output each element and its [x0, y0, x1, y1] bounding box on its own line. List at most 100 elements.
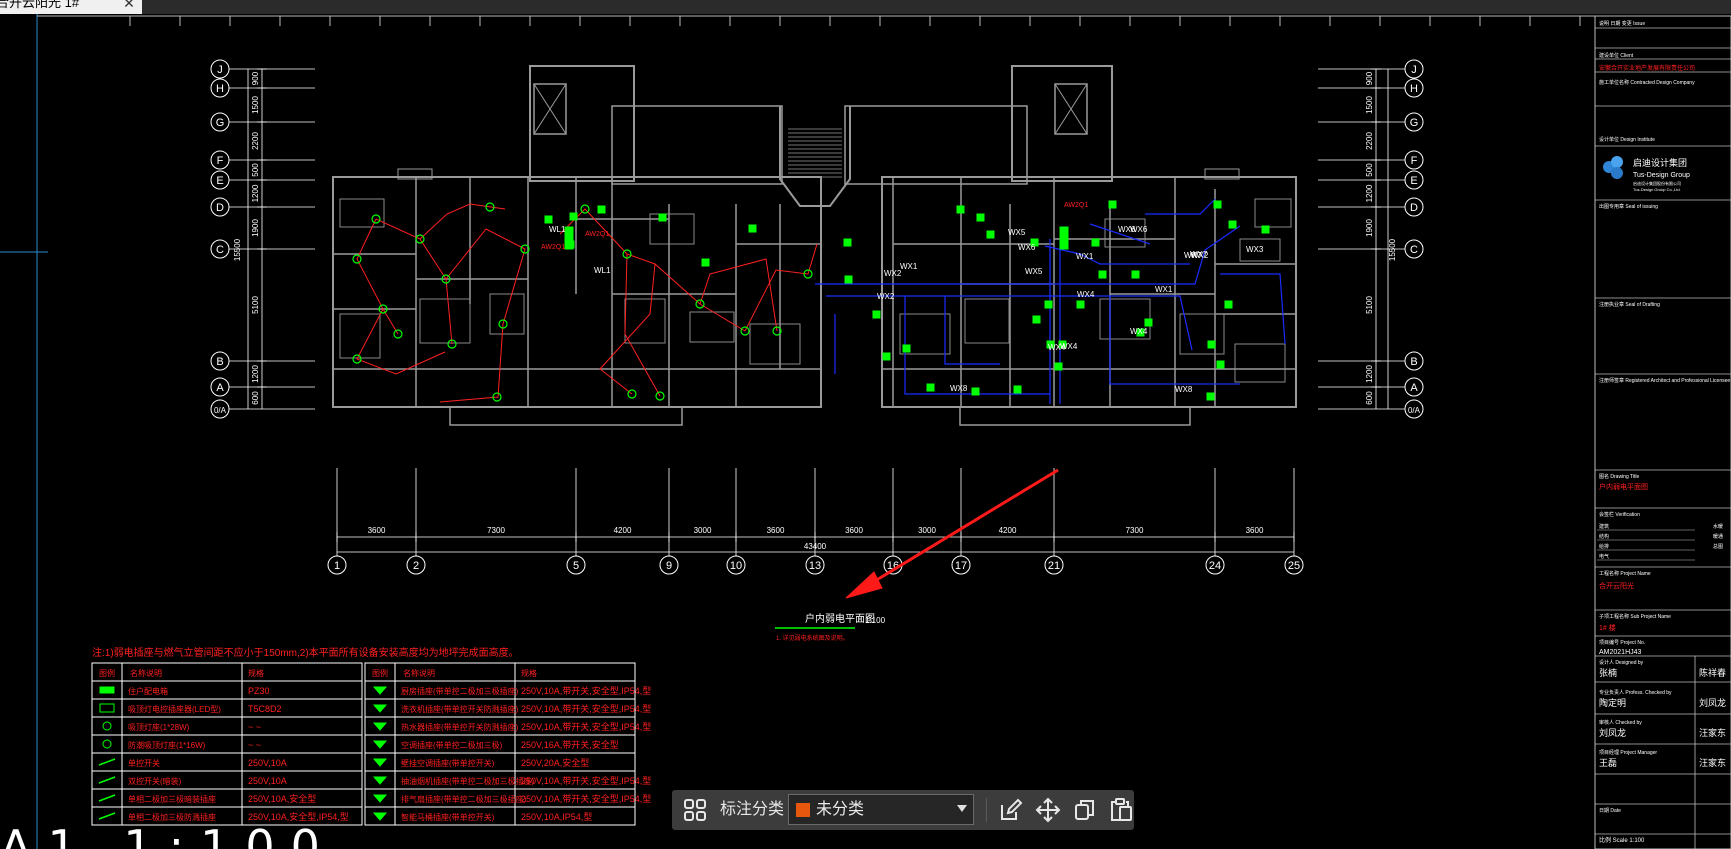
- row-dimension-left: 1900: [251, 219, 260, 237]
- socket-symbol: [1228, 220, 1237, 229]
- power-circuit: [439, 323, 504, 403]
- axis-label: D: [1410, 202, 1418, 214]
- row-dimension-left: 500: [251, 163, 260, 177]
- column-dimension: 3600: [767, 526, 785, 535]
- distribution-box: [564, 226, 574, 250]
- edit-icon[interactable]: [998, 797, 1024, 823]
- drawing-scale: 1:100: [865, 616, 886, 625]
- socket-symbol: [1213, 200, 1222, 209]
- legend-item-name: 智能马桶插座(带单控开关): [401, 812, 495, 822]
- axis-label: A: [1410, 382, 1418, 394]
- axis-label: 9: [666, 560, 672, 572]
- row-dimension-right: 2200: [1365, 132, 1374, 150]
- legend-item-spec: 250V,16A,带开关,安全型: [521, 739, 619, 750]
- legend-header: 名称说明: [403, 668, 435, 678]
- row-dimension-left: 1200: [251, 365, 260, 383]
- legend-item-name: 单相二极加三极暗装插座: [128, 794, 216, 804]
- weak-current-circuit: [1145, 198, 1216, 215]
- company-name: 启迪设计集团: [1633, 157, 1687, 168]
- socket-symbol: [986, 230, 995, 239]
- right-balcony: [959, 406, 1191, 426]
- legend-item-spec: 250V,10A,安全型,IP54,型: [248, 811, 349, 822]
- socket-symbol: [1108, 200, 1117, 209]
- axis-label: 13: [809, 560, 821, 572]
- copy-icon[interactable]: [1072, 797, 1098, 823]
- socket-symbol: [701, 258, 710, 267]
- axis-label: 5: [573, 560, 579, 572]
- move-icon[interactable]: [1035, 797, 1061, 823]
- elevator-cross: [533, 83, 567, 135]
- circuit-label-wx1: WX1: [900, 262, 918, 271]
- drawing-title-label: 图名 Drawing Title: [1599, 473, 1640, 480]
- toolbar-divider: [986, 798, 987, 822]
- power-circuit: [624, 253, 661, 397]
- column-dimension: 3600: [368, 526, 386, 535]
- row-dimension-right: 500: [1365, 163, 1374, 177]
- chevron-down-icon: [957, 805, 967, 812]
- signoff-right: 总图: [1713, 543, 1723, 550]
- legend-item-spec: 250V,10A,IP54,型: [521, 812, 592, 822]
- legend-item-name: 抽油烟机插座(带单控二极加三极插座): [401, 776, 535, 786]
- circuit-label-wx1: WX1: [1155, 285, 1173, 294]
- seal-label: 出图专用章 Seal of issuing: [1599, 203, 1658, 210]
- person-name: 张楠: [1599, 667, 1617, 678]
- total-dimension: 43400: [804, 542, 827, 551]
- socket-symbol: [971, 387, 980, 396]
- circuit-label-wx8: WX8: [950, 384, 968, 393]
- legend-table-left: 图例 名称说明 规格住户配电箱 PZ30 吸顶灯电控插座器(LED型) T5C8D2 吸顶灯…: [91, 662, 363, 826]
- column-dimension: 4200: [999, 526, 1017, 535]
- power-circuit: [356, 308, 446, 375]
- circuit-label-wl1: WL1: [549, 225, 566, 234]
- total-dimension-right: 15500: [1388, 238, 1397, 261]
- paste-icon[interactable]: [1108, 797, 1134, 823]
- category-selected-value: 未分类: [816, 801, 865, 818]
- date-label: 日期 Date: [1599, 808, 1621, 814]
- legend-item-name: 空调插座(带单控二极加三极): [401, 740, 503, 750]
- close-tab-icon[interactable]: ✕: [119, 0, 139, 13]
- socket-symbol: [1054, 362, 1063, 371]
- socket-symbol: [1207, 340, 1216, 349]
- legend-item-spec: 250V,10A,带开关,安全型,IP54,型: [521, 721, 651, 732]
- axis-label: E: [1410, 175, 1417, 187]
- axis-label: H: [216, 83, 224, 95]
- axis-label: A: [216, 382, 224, 394]
- legend-symbol: [372, 722, 388, 731]
- socket-symbol: [872, 310, 881, 319]
- axis-label: 0/A: [214, 406, 227, 415]
- circuit-label-wx4: WX4: [1130, 327, 1148, 336]
- legend-item-spec: 250V,10A,安全型: [248, 793, 316, 804]
- drawing-subnote: 1. 详见弱电系统图及说明。: [776, 634, 849, 642]
- circuit-label-wx4: WX4: [1060, 342, 1078, 351]
- row-dimension-left: 900: [251, 71, 260, 85]
- weak-current-circuit: [944, 296, 1000, 365]
- circuit-label-wx1: WX1: [1076, 252, 1094, 261]
- legend-header: 规格: [248, 668, 264, 678]
- axis-label: D: [216, 202, 224, 214]
- legend-item-name: 吸顶灯座(1*28W): [128, 722, 190, 732]
- logo-petal: [1611, 156, 1623, 168]
- drawing-tab[interactable]: 合开云阳光 1# ✕: [0, 0, 142, 14]
- subproject-label: 子项工程名称 Sub Project Name: [1599, 613, 1671, 620]
- tab-bar: 合开云阳光 1# ✕: [0, 0, 1731, 14]
- socket-symbol: [1224, 300, 1233, 309]
- socket-symbol: [956, 205, 965, 214]
- legend-item-name: 吸顶灯电控插座器(LED型): [128, 704, 221, 714]
- socket-symbol: [843, 238, 852, 247]
- power-circuit: [699, 258, 778, 332]
- row-dimension-right: 1200: [1365, 184, 1374, 202]
- person-name: 王磊: [1599, 758, 1617, 768]
- grid-view-icon[interactable]: [682, 797, 708, 823]
- legend-item-name: 厨房插座(带单控二极加三极插座): [401, 686, 519, 696]
- title-block-scale: 比例 Scale 1:100: [1599, 836, 1645, 844]
- legend-symbol: [372, 776, 388, 785]
- row-dimension-right: 1200: [1365, 365, 1374, 383]
- furniture: [489, 293, 525, 335]
- socket-symbol: [1098, 270, 1107, 279]
- cad-drawing-canvas[interactable]: J JH HG GF FE ED DC CB BA A0/A 0/A1 2 5 9 10 13 16 17 21 24…: [0, 14, 1731, 849]
- furniture: [1254, 198, 1292, 228]
- socket-symbol: [1261, 225, 1270, 234]
- legend-symbol: [372, 758, 388, 767]
- signoff-right: 水暖: [1713, 523, 1723, 530]
- column-dimension: 3600: [845, 526, 863, 535]
- category-dropdown[interactable]: 未分类: [788, 794, 974, 825]
